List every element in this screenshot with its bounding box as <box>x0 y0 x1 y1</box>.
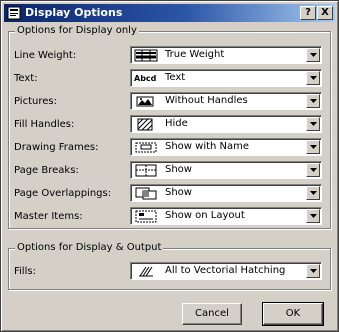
master-items-select[interactable]: Show on Layout <box>130 207 322 225</box>
text-select[interactable]: Abcd Text <box>130 69 322 87</box>
master-items-icon <box>135 210 157 223</box>
master-items-label: Master Items: <box>14 211 83 222</box>
fill-handles-select[interactable]: Hide <box>130 115 322 133</box>
drawing-frames-value: Show with Name <box>165 141 250 152</box>
page-overlappings-select[interactable]: Show <box>130 184 322 202</box>
chevron-down-icon[interactable] <box>306 48 320 62</box>
picture-icon <box>136 96 154 107</box>
ok-button[interactable]: OK <box>262 302 324 326</box>
pictures-value: Without Handles <box>165 95 248 106</box>
display-output-group-title: Options for Display & Output <box>15 242 164 254</box>
window-title: Display Options <box>25 6 123 19</box>
app-icon <box>7 6 21 20</box>
line-weight-label: Line Weight: <box>14 50 77 61</box>
chevron-down-icon[interactable] <box>306 186 320 200</box>
text-label: Text: <box>14 73 38 84</box>
line-weight-select[interactable]: True Weight <box>130 46 322 64</box>
drawing-frames-label: Drawing Frames: <box>14 142 99 153</box>
chevron-down-icon[interactable] <box>306 264 320 278</box>
page-breaks-label: Page Breaks: <box>14 165 79 176</box>
pictures-label: Pictures: <box>14 96 57 107</box>
chevron-down-icon[interactable] <box>306 117 320 131</box>
text-value: Text <box>165 72 186 83</box>
page-breaks-value: Show <box>165 164 192 175</box>
fill-hatch-icon <box>137 118 153 131</box>
page-overlap-icon <box>135 187 157 200</box>
close-button[interactable]: X <box>317 6 333 20</box>
pictures-select[interactable]: Without Handles <box>130 92 322 110</box>
chevron-down-icon[interactable] <box>306 71 320 85</box>
fills-value: All to Vectorial Hatching <box>165 265 286 276</box>
drawing-frame-icon <box>135 142 157 153</box>
page-overlappings-label: Page Overlappings: <box>14 188 112 199</box>
title-bar[interactable]: Display Options ? X <box>4 4 335 22</box>
text-sample-icon: Abcd <box>134 74 157 83</box>
cancel-button[interactable]: Cancel <box>182 303 242 325</box>
display-options-dialog: Display Options ? X Options for Display … <box>0 0 339 332</box>
chevron-down-icon[interactable] <box>306 163 320 177</box>
line-weight-icon <box>134 49 158 62</box>
fill-handles-label: Fill Handles: <box>14 119 75 130</box>
help-button[interactable]: ? <box>300 6 316 20</box>
chevron-down-icon[interactable] <box>306 140 320 154</box>
master-items-value: Show on Layout <box>165 210 245 221</box>
display-only-group-title: Options for Display only <box>15 25 139 37</box>
vectorial-hatch-icon <box>139 266 153 277</box>
page-break-icon <box>135 164 157 177</box>
line-weight-value: True Weight <box>165 49 225 60</box>
fills-label: Fills: <box>14 266 36 277</box>
fill-handles-value: Hide <box>165 118 188 129</box>
chevron-down-icon[interactable] <box>306 209 320 223</box>
chevron-down-icon[interactable] <box>306 94 320 108</box>
page-breaks-select[interactable]: Show <box>130 161 322 179</box>
fills-select[interactable]: All to Vectorial Hatching <box>130 262 322 280</box>
page-overlappings-value: Show <box>165 187 192 198</box>
drawing-frames-select[interactable]: Show with Name <box>130 138 322 156</box>
